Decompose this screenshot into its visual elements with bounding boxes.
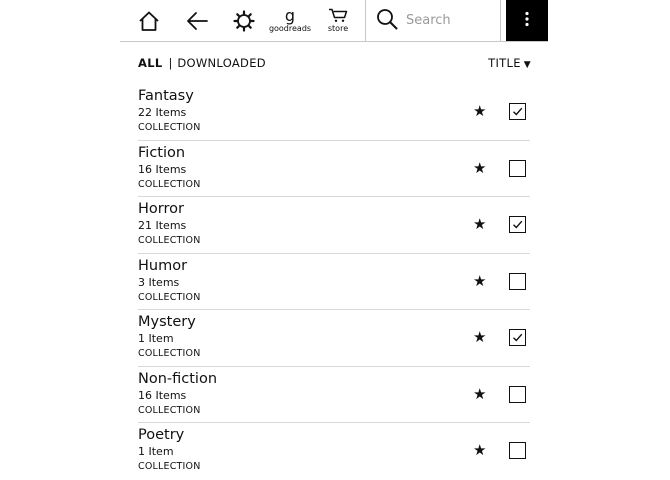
list-item[interactable]: Humor 3 Items COLLECTION ★	[120, 254, 548, 310]
list-item[interactable]: Fiction 16 Items COLLECTION ★	[120, 141, 548, 197]
star-icon[interactable]: ★	[473, 442, 486, 458]
collection-title: Fantasy	[138, 88, 194, 104]
collection-type: COLLECTION	[138, 461, 201, 472]
home-button[interactable]	[136, 0, 162, 41]
collection-checkbox[interactable]	[509, 329, 526, 346]
collection-title: Fiction	[138, 144, 186, 161]
list-item[interactable]: Mystery 1 Item COLLECTION ★	[120, 310, 548, 367]
search-box[interactable]	[365, 0, 501, 41]
sort-label: TITLE	[488, 56, 521, 70]
collection-type: COLLECTION	[138, 404, 201, 416]
list-item[interactable]: Poetry 1 Item COLLECTION ★	[120, 423, 548, 480]
goodreads-icon: g	[284, 6, 296, 25]
collection-checkbox[interactable]	[509, 272, 526, 290]
goodreads-button[interactable]: g goodreads	[268, 0, 312, 41]
collection-title: Non-fiction	[138, 370, 218, 387]
store-button[interactable]: store	[323, 0, 353, 41]
search-input[interactable]	[406, 13, 496, 28]
collection-count: 1 Item	[138, 445, 174, 458]
checkmark-icon	[513, 333, 523, 342]
collection-count: 16 Items	[138, 388, 187, 402]
settings-button[interactable]	[231, 0, 257, 41]
checkmark-icon	[513, 107, 523, 116]
collection-type: COLLECTION	[138, 291, 201, 303]
collection-checkbox[interactable]	[509, 216, 526, 233]
store-label: store	[327, 24, 349, 33]
collection-title: Humor	[138, 257, 188, 274]
collection-type: COLLECTION	[138, 235, 201, 246]
vertical-dots-icon	[524, 11, 530, 31]
collection-title: Horror	[138, 201, 184, 217]
star-icon[interactable]: ★	[473, 273, 486, 289]
collection-type: COLLECTION	[138, 122, 201, 133]
list-item[interactable]: Fantasy 22 Items COLLECTION ★	[120, 84, 548, 141]
collection-title: Poetry	[138, 427, 185, 443]
menu-button[interactable]	[506, 0, 548, 41]
collection-checkbox[interactable]	[509, 385, 526, 403]
search-icon	[366, 8, 398, 34]
collection-checkbox[interactable]	[509, 442, 526, 459]
collection-list: Fantasy 22 Items COLLECTION ★ Fiction 16…	[120, 84, 548, 480]
filter-separator: |	[168, 56, 173, 70]
collection-checkbox[interactable]	[509, 159, 526, 177]
collection-count: 22 Items	[138, 106, 187, 119]
goodreads-label: goodreads	[268, 24, 312, 33]
star-icon[interactable]: ★	[473, 160, 486, 176]
back-arrow-icon	[186, 11, 208, 31]
list-item[interactable]: Horror 21 Items COLLECTION ★	[120, 197, 548, 254]
collection-checkbox[interactable]	[509, 103, 526, 120]
sort-dropdown[interactable]: TITLE ▼	[488, 56, 531, 72]
collection-count: 21 Items	[138, 219, 187, 232]
back-button[interactable]	[184, 0, 210, 41]
toolbar: g goodreads store	[120, 0, 548, 42]
star-icon[interactable]: ★	[473, 103, 486, 119]
gear-icon	[233, 9, 255, 32]
collection-count: 16 Items	[138, 162, 187, 176]
filter-downloaded-tab[interactable]: DOWNLOADED	[177, 56, 266, 70]
star-icon[interactable]: ★	[473, 216, 486, 232]
caret-down-icon: ▼	[523, 60, 531, 70]
filter-all-tab[interactable]: ALL	[138, 56, 162, 70]
cart-icon	[328, 8, 348, 23]
home-icon	[138, 10, 160, 32]
collection-type: COLLECTION	[138, 348, 201, 359]
star-icon[interactable]: ★	[473, 386, 486, 402]
checkmark-icon	[513, 220, 523, 229]
kindle-library-screen: g goodreads store Search ALL | DOWNLOADE…	[120, 0, 548, 480]
list-item[interactable]: Non-fiction 16 Items COLLECTION ★	[120, 367, 548, 423]
collection-count: 3 Items	[138, 275, 180, 289]
filter-bar: ALL | DOWNLOADED TITLE ▼	[138, 56, 531, 70]
collection-title: Mystery	[138, 314, 196, 330]
collection-count: 1 Item	[138, 332, 174, 345]
star-icon[interactable]: ★	[473, 329, 486, 345]
collection-type: COLLECTION	[138, 178, 201, 190]
